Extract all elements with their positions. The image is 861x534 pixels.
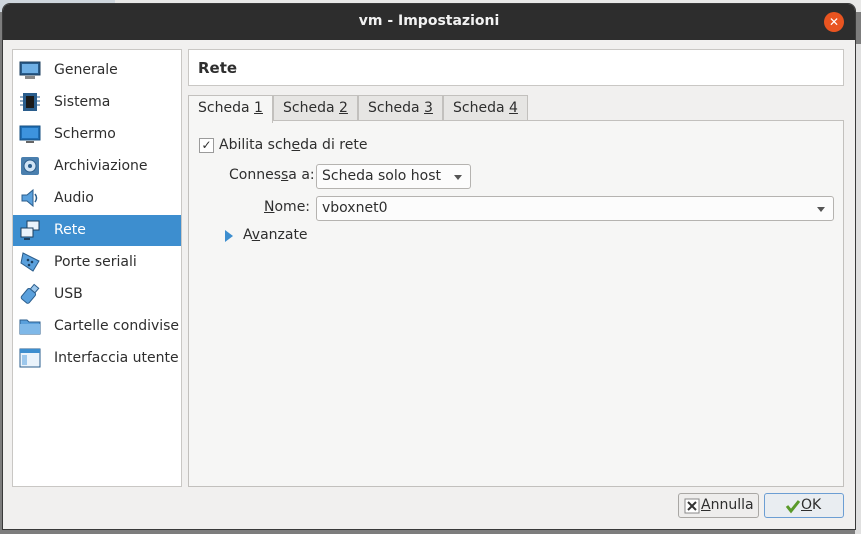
attached-to-value: Scheda solo host [322,168,441,184]
advanced-toggle[interactable]: Avanzate [243,227,308,243]
label-text: a a: [288,167,315,183]
sidebar-item-interfaccia-utente[interactable]: Interfaccia utente [13,343,181,374]
cancel-x-icon [684,498,700,514]
sidebar-item-usb[interactable]: USB [13,279,181,310]
sidebar-item-label: Interfaccia utente [54,350,179,366]
enable-adapter-label[interactable]: Abilita scheda di rete [219,137,367,153]
usb-icon [20,283,40,304]
sidebar-item-label: Porte seriali [54,254,137,270]
check-icon [785,500,801,514]
label-mnemonic: N [264,199,275,215]
sidebar-item-rete[interactable]: Rete [13,215,181,246]
label-text: anzate [260,227,308,243]
tab-scheda-4[interactable]: Scheda 4 [443,95,528,121]
label-text: ome: [274,199,311,215]
adapter-name-value: vboxnet0 [322,200,388,216]
tab-mnemonic: 3 [424,100,433,116]
tab-mnemonic: 1 [254,100,263,116]
sidebar-item-label: USB [54,286,83,302]
sidebar-item-label: Archiviazione [54,158,148,174]
tab-scheda-2[interactable]: Scheda 2 [273,95,358,121]
disk-icon [21,157,39,175]
label-text: da di rete [300,137,368,153]
label-text: Connes [229,167,281,183]
tab-mnemonic: 4 [509,100,518,116]
label-text: nnulla [710,497,754,513]
sidebar-item-audio[interactable]: Audio [13,183,181,214]
sidebar-item-label: Rete [54,222,86,238]
sidebar-item-generale[interactable]: Generale [13,55,181,86]
serial-port-icon [20,252,40,272]
titlebar[interactable]: vm - Impostazioni ✕ [3,4,855,40]
label-mnemonic: e [291,137,301,153]
tab-label: Scheda [368,100,425,116]
adapter-name-select[interactable]: vboxnet0 [316,196,834,221]
cancel-button[interactable]: Annulla [678,493,759,518]
sidebar-item-schermo[interactable]: Schermo [13,119,181,150]
settings-dialog: vm - Impostazioni ✕ Generale Sistema Sch… [3,4,855,529]
background-window-edge [855,44,861,534]
monitor-general-icon [19,61,41,79]
sidebar-item-archiviazione[interactable]: Archiviazione [13,151,181,182]
sidebar-item-sistema[interactable]: Sistema [13,87,181,118]
cancel-label: Annulla [701,494,754,517]
window-title: vm - Impostazioni [358,13,500,29]
checkmark-icon: ✓ [201,138,212,152]
ok-label: OK [801,494,821,517]
tab-label: Scheda [283,100,340,116]
attached-to-label: Connessa a: [229,167,315,183]
window-ui-icon [19,348,41,368]
label-mnemonic: v [251,227,261,243]
sidebar-item-cartelle-condivise[interactable]: Cartelle condivise [13,311,181,342]
page-title: Rete [198,59,238,77]
attached-to-select[interactable]: Scheda solo host [316,164,471,189]
ok-button[interactable]: OK [764,493,844,518]
display-icon [19,125,41,143]
folder-icon [19,319,41,335]
sidebar-item-label: Generale [54,62,118,78]
enable-adapter-checkbox[interactable]: ✓ [199,138,214,153]
label-mnemonic: A [701,497,711,513]
page-header: Rete [188,49,844,86]
tab-label: Scheda [198,100,255,116]
settings-sidebar: Generale Sistema Schermo Archiviazione A… [12,49,182,487]
tab-scheda-1[interactable]: Scheda 1 [188,95,273,123]
sidebar-item-label: Sistema [54,94,111,110]
tab-scheda-3[interactable]: Scheda 3 [358,95,443,121]
sidebar-item-label: Cartelle condivise [54,318,180,334]
tab-mnemonic: 2 [339,100,348,116]
close-icon: ✕ [828,15,840,29]
tab-content: ✓ Abilita scheda di rete Connessa a: Sch… [188,120,844,487]
sidebar-item-label: Audio [54,190,94,206]
network-icon [20,220,40,240]
label-text: A [243,227,252,243]
name-label: Nome: [264,199,310,215]
speaker-icon [21,188,38,208]
dropdown-arrow-icon [454,175,462,180]
dropdown-arrow-icon [817,207,825,212]
label-text: K [812,497,822,513]
expander-arrow-icon[interactable] [225,230,233,242]
sidebar-item-porte-seriali[interactable]: Porte seriali [13,247,181,278]
tab-label: Scheda [453,100,510,116]
label-text: Abilita sch [219,137,292,153]
label-mnemonic: O [801,497,813,513]
sidebar-item-label: Schermo [54,126,116,142]
close-button[interactable]: ✕ [824,12,844,32]
chip-icon [20,93,40,111]
